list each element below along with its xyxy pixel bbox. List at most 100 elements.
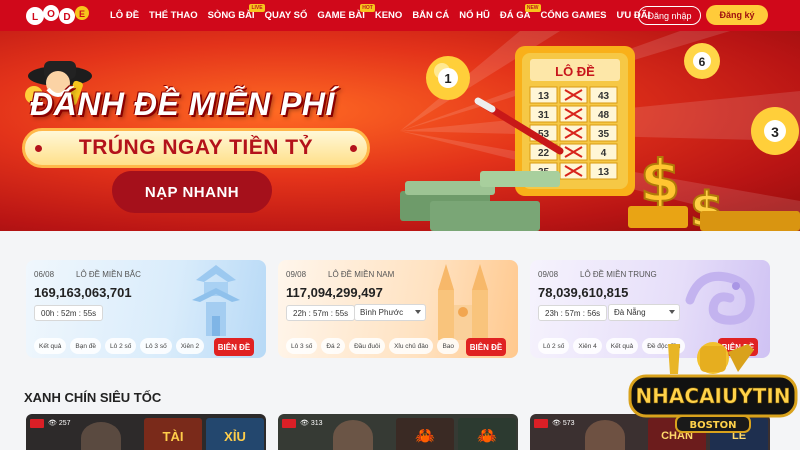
- svg-text:E: E: [79, 9, 85, 19]
- dealer-figure: [81, 422, 121, 450]
- nav-item-6[interactable]: BẮN CÁ: [412, 10, 449, 21]
- bet-button[interactable]: BIÊN ĐỀ: [466, 338, 506, 356]
- pill-dot: [35, 145, 42, 152]
- crab-symbol-icon[interactable]: 🦀: [396, 418, 454, 450]
- bet-type-chip[interactable]: Lô 3 số: [140, 338, 172, 354]
- lottery-card-south[interactable]: 09/08 LÔ ĐỀ MIỀN NAM 117,094,299,497 22h…: [278, 260, 518, 358]
- ticket-number: 13: [598, 167, 610, 178]
- lottery-name: LÔ ĐỀ MIỀN NAM: [328, 270, 395, 279]
- site-logo[interactable]: L O D E: [24, 3, 92, 28]
- trophy-icon: [668, 342, 754, 374]
- nav-badge: NEW: [524, 4, 541, 12]
- ticket-number: 35: [598, 129, 610, 140]
- svg-text:3: 3: [771, 124, 779, 140]
- bet-tile-xiu[interactable]: XỈU: [206, 418, 264, 450]
- bet-type-chip[interactable]: Đá 2: [321, 338, 346, 354]
- nav-item-3[interactable]: QUAY SỐ: [265, 10, 308, 21]
- ticket-title: LÔ ĐỀ: [555, 64, 595, 79]
- ticket-number: 43: [598, 91, 610, 102]
- ticket-number: 13: [538, 91, 550, 102]
- draw-date: 09/08: [286, 270, 307, 279]
- dealer-figure: [585, 420, 625, 450]
- bet-type-chip[interactable]: Đầu đuôi: [349, 338, 386, 354]
- viewer-count-value: 257: [58, 419, 71, 427]
- live-game-card[interactable]: 👁 257 TÀI XỈU: [26, 414, 266, 450]
- svg-text:1: 1: [444, 71, 451, 86]
- vietnam-flag-icon: [30, 419, 44, 428]
- banner-subline: TRÚNG NGAY TIỀN TỶ: [22, 128, 370, 168]
- bet-tile-tai[interactable]: TÀI: [144, 418, 202, 450]
- viewer-count-value: 313: [310, 419, 323, 427]
- nav-item-label: QUAY SỐ: [264, 10, 308, 21]
- nav-item-label: CỔNG GAMES: [540, 10, 607, 21]
- bet-type-chip[interactable]: Xỉu chủ đảo: [389, 338, 434, 354]
- eye-icon: 👁: [552, 420, 561, 427]
- viewer-count-value: 573: [562, 419, 575, 427]
- countdown-timer: 23h : 57m : 56s: [538, 305, 608, 321]
- eye-icon: 👁: [48, 420, 57, 427]
- banner-headline: ĐÁNH ĐỀ MIỄN PHÍ: [30, 86, 335, 122]
- lottery-ball-icon: 1: [426, 56, 470, 100]
- deposit-cta-label: NẠP NHANH: [144, 183, 240, 201]
- login-button[interactable]: Đăng nhập: [638, 6, 701, 25]
- bet-type-chip[interactable]: Bao: [437, 338, 460, 354]
- nav-item-label: GAME BÀI: [317, 10, 365, 21]
- vietnam-flag-icon: [534, 419, 548, 428]
- hero-banner[interactable]: LÔ ĐỀ1343314853352243513 $ $ 1: [0, 31, 800, 231]
- vietnam-flag-icon: [282, 419, 296, 428]
- lottery-name: LÔ ĐỀ MIỀN TRUNG: [580, 270, 657, 279]
- nav-item-7[interactable]: NỔ HŨ: [459, 10, 490, 21]
- bet-type-chip[interactable]: Kết quả: [34, 338, 67, 354]
- nav-item-5[interactable]: KENO: [375, 10, 402, 21]
- svg-text:O: O: [47, 9, 55, 20]
- bet-button[interactable]: BIÊN ĐỀ: [214, 338, 254, 356]
- draw-date: 06/08: [34, 270, 55, 279]
- money-stack-icon: [400, 171, 560, 231]
- ticket-number: 31: [538, 110, 550, 121]
- chevron-down-icon: [669, 310, 675, 314]
- bet-type-chip[interactable]: Lô 3 số: [286, 338, 318, 354]
- viewer-count: 👁 257: [48, 419, 71, 428]
- bet-type-chip[interactable]: Xiên 4: [573, 338, 602, 354]
- watermark-sub: BOSTON: [689, 420, 736, 431]
- nav-item-4[interactable]: GAME BÀI HOT: [317, 4, 375, 21]
- bet-type-chip[interactable]: Lô 2 số: [105, 338, 137, 354]
- province-select[interactable]: Đà Nẵng: [608, 304, 680, 321]
- logo-letter: L: [32, 12, 38, 23]
- gold-dollar-icon: $ $: [628, 146, 800, 231]
- nav-item-label: THỂ THAO: [149, 10, 198, 21]
- section-title: XANH CHÍN SIÊU TỐC: [24, 390, 162, 405]
- crab-symbol-icon[interactable]: 🦀: [458, 418, 516, 450]
- dealer-figure: [333, 420, 373, 450]
- province-select-value: Bình Phước: [360, 308, 404, 317]
- svg-text:$: $: [640, 147, 680, 215]
- nav-item-label: NỔ HŨ: [459, 10, 490, 21]
- top-navbar: L O D E LÔ ĐỀ THỂ THAO SÒNG BÀI LIVE QUAY SỐ…: [0, 0, 800, 31]
- nav-item-0[interactable]: LÔ ĐỀ: [110, 10, 139, 21]
- countdown-timer: 22h : 57m : 55s: [286, 305, 356, 321]
- watermark-brand: NHACAIUYTIN: [635, 384, 790, 408]
- province-select[interactable]: Bình Phước: [354, 304, 426, 321]
- nav-item-1[interactable]: THỂ THAO: [149, 10, 198, 21]
- viewer-count: 👁 313: [300, 419, 323, 428]
- lottery-card-north[interactable]: 06/08 LÔ ĐỀ MIỀN BẮC 169,163,063,701 00h…: [26, 260, 266, 358]
- svg-text:6: 6: [699, 55, 706, 69]
- bet-type-chip[interactable]: Xiên 2: [175, 338, 205, 354]
- nav-item-label: BẮN CÁ: [412, 10, 450, 21]
- bet-type-chip[interactable]: Bạn đề: [70, 338, 102, 354]
- province-select-value: Đà Nẵng: [614, 308, 646, 317]
- bet-type-chips: Lô 3 số Đá 2 Đầu đuôi Xỉu chủ đảo Bao: [286, 338, 460, 354]
- nhacaiuytin-watermark-logo: NHACAIUYTIN BOSTON: [628, 342, 798, 433]
- register-button[interactable]: Đăng ký: [706, 5, 768, 25]
- countdown-timer: 00h : 52m : 55s: [34, 305, 104, 321]
- pill-dot: [350, 145, 357, 152]
- live-game-card[interactable]: 👁 313 🦀 🦀: [278, 414, 518, 450]
- deposit-cta-button[interactable]: NẠP NHANH: [112, 171, 272, 213]
- nav-item-2[interactable]: SÒNG BÀI LIVE: [208, 4, 265, 21]
- bet-type-chip[interactable]: Lô 2 số: [538, 338, 570, 354]
- jackpot-amount: 78,039,610,815: [538, 285, 629, 300]
- nav-item-9[interactable]: CỔNG GAMES: [541, 10, 607, 21]
- nav-item-label: KENO: [374, 10, 403, 21]
- bet-type-chips: Kết quả Bạn đề Lô 2 số Lô 3 số Xiên 2: [34, 338, 205, 354]
- nav-item-8[interactable]: ĐÁ GÀ NEW: [500, 4, 541, 21]
